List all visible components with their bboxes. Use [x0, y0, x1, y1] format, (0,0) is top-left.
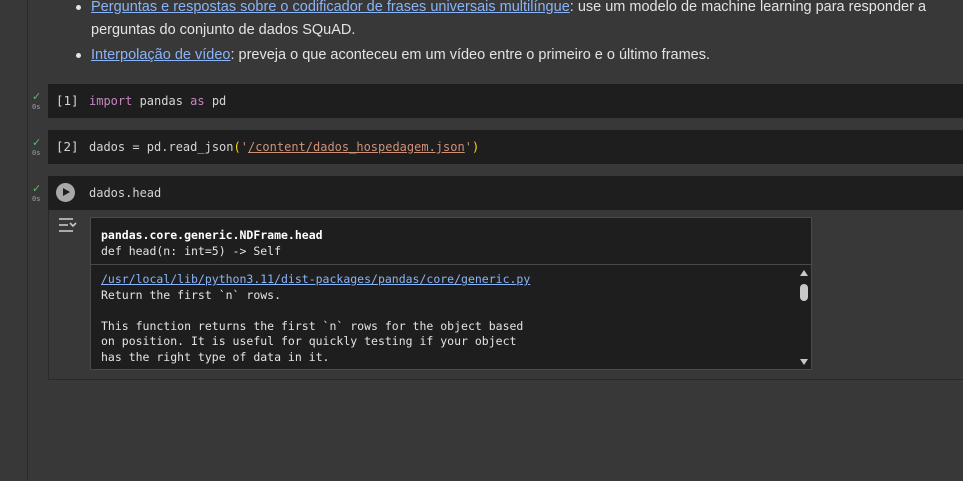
code-token: pd: [204, 94, 227, 108]
exec-time: 0s: [32, 103, 41, 111]
code-editor[interactable]: dados.head: [89, 186, 161, 200]
code-cell-3[interactable]: dados.head: [48, 176, 963, 210]
cell-status: ✓ 0s: [32, 137, 46, 157]
code-cell-1[interactable]: [1] import pandas as pd: [48, 84, 963, 118]
docstring-signature: def head(n: int=5) -> Self: [101, 244, 282, 258]
cell-output: pandas.core.generic.NDFrame.head def hea…: [48, 210, 963, 380]
doc-line: [101, 303, 791, 319]
link-multilingual-qa[interactable]: Perguntas e respostas sobre o codificado…: [91, 0, 570, 15]
list-item-text: : preveja o que aconteceu em um vídeo en…: [230, 47, 711, 63]
cell-status: ✓ 0s: [32, 91, 46, 111]
string-literal: '/content/dados_hospedagem.json': [241, 140, 472, 154]
code-token: pandas: [132, 94, 191, 108]
keyword: as: [190, 94, 205, 108]
scroll-thumb[interactable]: [800, 284, 808, 301]
quote: ': [240, 140, 248, 154]
check-icon: ✓: [32, 182, 42, 195]
exec-time: 0s: [32, 195, 41, 203]
docstring-header: pandas.core.generic.NDFrame.head def hea…: [91, 218, 811, 265]
gutter-divider: [27, 0, 28, 481]
output-menu-icon[interactable]: [57, 216, 77, 234]
check-icon: ✓: [32, 90, 42, 103]
code-editor[interactable]: dados = pd.read_json('/content/dados_hos…: [89, 140, 479, 154]
code-paren: (: [233, 140, 241, 154]
doc-line: has the right type of data in it.: [101, 349, 330, 364]
code-paren: ): [471, 140, 480, 154]
scroll-up-icon[interactable]: [800, 270, 808, 276]
bullet-icon: [76, 53, 81, 58]
file-path-link[interactable]: /content/dados_hospedagem.json: [248, 140, 465, 154]
docstring-body: /usr/local/lib/python3.11/dist-packages/…: [101, 272, 791, 365]
keyword: import: [89, 94, 133, 108]
execution-count[interactable]: [2]: [56, 139, 79, 154]
bullet-list: Perguntas e respostas sobre o codificado…: [76, 0, 936, 69]
text-cell[interactable]: Perguntas e respostas sobre o codificado…: [48, 0, 963, 78]
list-item: Perguntas e respostas sobre o codificado…: [76, 0, 936, 42]
execution-count[interactable]: [1]: [56, 93, 79, 108]
docstring-panel: pandas.core.generic.NDFrame.head def hea…: [90, 217, 812, 370]
link-video-interpolation[interactable]: Interpolação de vídeo: [91, 47, 230, 63]
code-token: dados = pd.read_json: [89, 140, 234, 154]
source-path-link[interactable]: /usr/local/lib/python3.11/dist-packages/…: [101, 272, 791, 288]
check-icon: ✓: [32, 136, 42, 149]
doc-line: This function returns the first `n` rows…: [101, 318, 524, 333]
code-editor[interactable]: import pandas as pd: [89, 94, 226, 108]
quote: ': [464, 140, 472, 154]
docstring-scrollbar[interactable]: [799, 268, 809, 367]
docstring-name: pandas.core.generic.NDFrame.head: [101, 228, 323, 242]
code-cell-2[interactable]: [2] dados = pd.read_json('/content/dados…: [48, 130, 963, 164]
scroll-down-icon[interactable]: [800, 359, 808, 365]
cell-status: ✓ 0s: [32, 183, 46, 203]
bullet-icon: [76, 5, 81, 10]
doc-line: Return the first `n` rows.: [101, 287, 282, 302]
list-item: Interpolação de vídeo: preveja o que aco…: [76, 44, 936, 67]
doc-line: on position. It is useful for quickly te…: [101, 334, 517, 348]
run-cell-button[interactable]: [56, 183, 75, 202]
exec-time: 0s: [32, 149, 41, 157]
